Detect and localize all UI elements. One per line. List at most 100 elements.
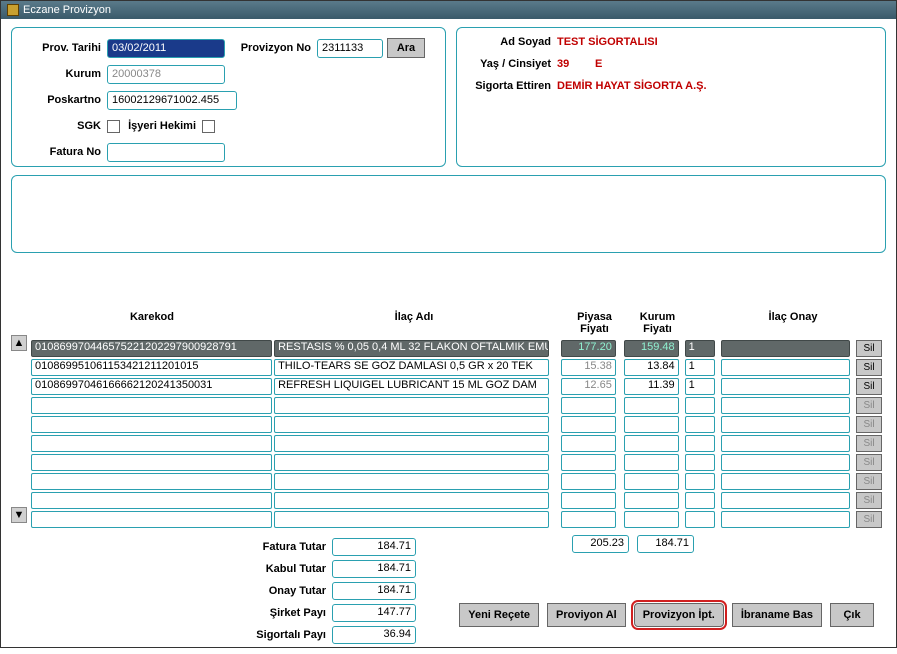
cell-ilac[interactable] xyxy=(274,435,549,452)
cell-kurum: 159.48 xyxy=(624,340,679,357)
cell-miktar[interactable] xyxy=(685,435,715,452)
cell-ilac[interactable]: RESTASIS % 0,05 0,4 ML 32 FLAKON OFTALMI… xyxy=(274,340,549,357)
sirket-payi-label: Şirket Payı xyxy=(237,607,332,619)
cell-ilac[interactable]: THILO-TEARS SE GOZ DAMLASI 0,5 GR x 20 T… xyxy=(274,359,549,376)
cell-piyasa xyxy=(561,416,616,433)
cell-karekod[interactable] xyxy=(31,492,272,509)
poskartno-input[interactable] xyxy=(107,91,237,110)
table-row[interactable]: 01086997046166662120241350031REFRESH LIQ… xyxy=(31,377,882,395)
provizyon-no-input[interactable] xyxy=(317,39,383,58)
sirket-payi-value: 147.77 xyxy=(332,604,416,622)
onay-tutar-value: 184.71 xyxy=(332,582,416,600)
cell-kurum xyxy=(624,416,679,433)
col-karekod: Karekod xyxy=(31,311,273,335)
cell-kurum xyxy=(624,511,679,528)
sgk-label: SGK xyxy=(22,120,107,132)
prov-tarihi-label: Prov. Tarihi xyxy=(22,42,107,54)
isyeri-checkbox[interactable] xyxy=(202,120,215,133)
cell-onay xyxy=(721,435,851,452)
cell-miktar[interactable] xyxy=(685,454,715,471)
poskartno-label: Poskartno xyxy=(22,94,107,106)
cell-miktar[interactable] xyxy=(685,473,715,490)
cell-piyasa: 15.38 xyxy=(561,359,616,376)
cell-miktar[interactable] xyxy=(685,492,715,509)
kabul-tutar-value: 184.71 xyxy=(332,560,416,578)
scroll-up-button[interactable]: ▲ xyxy=(11,335,27,351)
sil-button[interactable]: Sil xyxy=(856,378,882,395)
kurum-input[interactable] xyxy=(107,65,225,84)
cell-karekod[interactable] xyxy=(31,454,272,471)
ad-soyad-label: Ad Soyad xyxy=(467,36,557,48)
cell-ilac[interactable]: REFRESH LIQUIGEL LUBRICANT 15 ML GOZ DAM xyxy=(274,378,549,395)
onay-tutar-label: Onay Tutar xyxy=(237,585,332,597)
cell-karekod[interactable] xyxy=(31,397,272,414)
cell-piyasa xyxy=(561,454,616,471)
cell-miktar[interactable] xyxy=(685,511,715,528)
cell-ilac[interactable] xyxy=(274,473,549,490)
cell-karekod[interactable]: 010869951061153421211201015 xyxy=(31,359,272,376)
cinsiyet-value: E xyxy=(595,58,602,70)
sil-button[interactable]: Sil xyxy=(856,359,882,376)
provizyon-iptal-button[interactable]: Provizyon İpt. xyxy=(634,603,724,627)
table-row[interactable]: Sil xyxy=(31,396,882,414)
yeni-recete-button[interactable]: Yeni Reçete xyxy=(459,603,539,627)
sigortali-payi-label: Sigortalı Payı xyxy=(237,629,332,641)
cell-miktar[interactable] xyxy=(685,416,715,433)
cell-ilac[interactable] xyxy=(274,511,549,528)
ara-button[interactable]: Ara xyxy=(387,38,425,58)
fatura-tutar-value: 184.71 xyxy=(332,538,416,556)
cell-ilac[interactable] xyxy=(274,397,549,414)
cell-miktar[interactable]: 1 xyxy=(685,378,715,395)
table-row[interactable]: 010869970446575221202297900928791RESTASI… xyxy=(31,339,882,357)
window-titlebar: Eczane Provizyon xyxy=(1,1,896,19)
cell-kurum xyxy=(624,454,679,471)
cell-kurum xyxy=(624,492,679,509)
cell-piyasa xyxy=(561,397,616,414)
sgk-checkbox[interactable] xyxy=(107,120,120,133)
cell-ilac[interactable] xyxy=(274,454,549,471)
cell-karekod[interactable] xyxy=(31,473,272,490)
cell-onay xyxy=(721,378,851,395)
table-row[interactable]: Sil xyxy=(31,453,882,471)
ad-soyad-value: TEST SİGORTALISI xyxy=(557,36,658,48)
prov-tarihi-input[interactable] xyxy=(107,39,225,58)
table-row[interactable]: Sil xyxy=(31,510,882,528)
table-row[interactable]: Sil xyxy=(31,491,882,509)
kurum-label: Kurum xyxy=(22,68,107,80)
cell-kurum xyxy=(624,397,679,414)
cell-miktar[interactable]: 1 xyxy=(685,359,715,376)
cell-karekod[interactable]: 010869970446575221202297900928791 xyxy=(31,340,272,357)
proviyon-al-button[interactable]: Proviyon Al xyxy=(547,603,626,627)
fatura-no-input[interactable] xyxy=(107,143,225,162)
cell-piyasa xyxy=(561,435,616,452)
cell-kurum xyxy=(624,435,679,452)
cik-button[interactable]: Çık xyxy=(830,603,874,627)
cell-miktar[interactable] xyxy=(685,397,715,414)
cell-miktar[interactable]: 1 xyxy=(685,340,715,357)
col-ilac: İlaç Adı xyxy=(273,311,555,335)
cell-karekod[interactable] xyxy=(31,435,272,452)
cell-karekod[interactable]: 01086997046166662120241350031 xyxy=(31,378,272,395)
sil-button[interactable]: Sil xyxy=(856,340,882,357)
cell-ilac[interactable] xyxy=(274,492,549,509)
cell-piyasa: 177.20 xyxy=(561,340,616,357)
ibraname-bas-button[interactable]: İbraname Bas xyxy=(732,603,822,627)
yas-cinsiyet-label: Yaş / Cinsiyet xyxy=(467,58,557,70)
table-row[interactable]: Sil xyxy=(31,472,882,490)
scroll-down-button[interactable]: ▼ xyxy=(11,507,27,523)
table-row[interactable]: Sil xyxy=(31,415,882,433)
cell-ilac[interactable] xyxy=(274,416,549,433)
sil-button: Sil xyxy=(856,416,882,433)
isyeri-label: İşyeri Hekimi xyxy=(120,120,202,132)
col-piyasa: Piyasa Fiyatı xyxy=(567,311,622,335)
table-row[interactable]: Sil xyxy=(31,434,882,452)
sil-button: Sil xyxy=(856,435,882,452)
sil-button: Sil xyxy=(856,473,882,490)
cell-karekod[interactable] xyxy=(31,416,272,433)
cell-karekod[interactable] xyxy=(31,511,272,528)
cell-kurum xyxy=(624,473,679,490)
provision-form-panel: Prov. Tarihi Provizyon No Ara Kurum Posk… xyxy=(11,27,446,167)
sil-button: Sil xyxy=(856,397,882,414)
table-row[interactable]: 010869951061153421211201015THILO-TEARS S… xyxy=(31,358,882,376)
provizyon-no-label: Provizyon No xyxy=(225,42,317,54)
